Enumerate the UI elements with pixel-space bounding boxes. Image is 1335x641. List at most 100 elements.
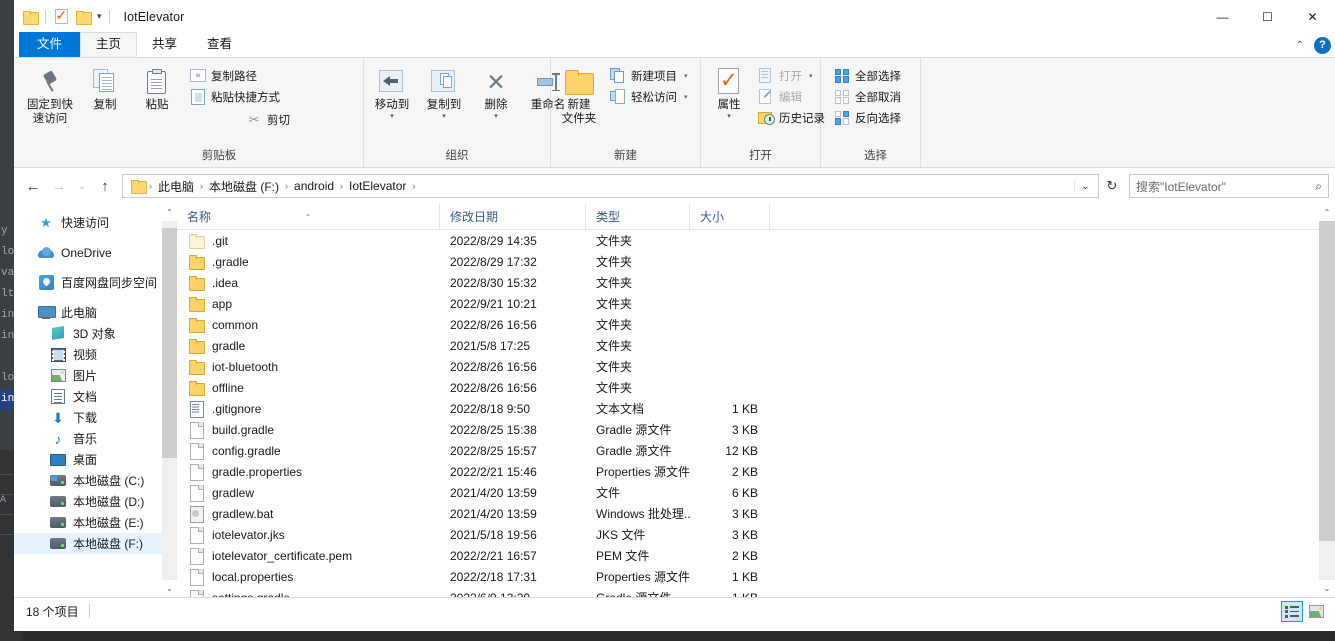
sidebar-item-3d-objects[interactable]: 3D 对象 — [14, 323, 177, 344]
column-header-size[interactable]: 大小 — [690, 204, 770, 230]
chevron-down-icon[interactable]: ▾ — [809, 72, 813, 80]
tab-share[interactable]: 共享 — [137, 32, 192, 57]
search-input[interactable]: 搜索"IotElevator" ⌕ — [1129, 174, 1329, 198]
chevron-down-icon[interactable]: ▾ — [390, 113, 394, 120]
sidebar-item-this-pc[interactable]: 此电脑 — [14, 302, 177, 323]
column-header-name[interactable]: 名称 ⌃ — [177, 204, 440, 230]
new-item-button[interactable]: 新建项目 ▾ — [607, 65, 694, 86]
table-row[interactable]: iotelevator_certificate.pem 2022/2/21 16… — [177, 545, 1335, 566]
table-row[interactable]: .gradle 2022/8/29 17:32 文件夹 — [177, 251, 1335, 272]
scroll-down-icon[interactable]: ⌄ — [162, 580, 177, 597]
select-all-button[interactable]: 全部选择 — [831, 65, 907, 86]
address-dropdown-icon[interactable]: ⌄ — [1074, 180, 1096, 192]
sidebar-item-documents[interactable]: 文档 — [14, 386, 177, 407]
copy-button[interactable]: 复制 — [79, 63, 131, 115]
delete-button[interactable]: ✕ 删除 ▾ — [470, 63, 522, 122]
breadcrumb-separator[interactable]: › — [338, 181, 345, 191]
breadcrumb-item-android[interactable]: android — [290, 178, 338, 194]
history-button[interactable]: 历史记录 — [755, 107, 831, 128]
tab-file[interactable]: 文件 — [19, 32, 81, 57]
copy-path-button[interactable]: w 复制路径 — [187, 65, 296, 86]
qat-new-folder-icon[interactable] — [72, 6, 94, 28]
paste-button[interactable]: 粘贴 — [131, 63, 183, 115]
table-row[interactable]: .idea 2022/8/30 15:32 文件夹 — [177, 272, 1335, 293]
address-input[interactable]: › 此电脑 › 本地磁盘 (F:) › android › IotElevato… — [122, 174, 1099, 198]
edit-button[interactable]: 编辑 — [755, 86, 831, 107]
up-button[interactable]: ↑ — [92, 173, 118, 199]
minimize-button[interactable]: — — [1200, 0, 1245, 33]
new-folder-button[interactable]: 新建 文件夹 — [553, 63, 605, 128]
sidebar-item-videos[interactable]: 视频 — [14, 344, 177, 365]
copy-to-button[interactable]: 复制到 ▾ — [418, 63, 470, 122]
file-list-scrollbar[interactable]: ⌃ ⌄ — [1319, 204, 1335, 597]
chevron-down-icon[interactable]: ▾ — [442, 113, 446, 120]
sidebar-item-baidu-netdisk[interactable]: 百度网盘同步空间 — [14, 272, 177, 293]
breadcrumb-item-iotelevator[interactable]: IotElevator — [345, 178, 410, 194]
chevron-down-icon[interactable]: ▾ — [727, 113, 731, 120]
table-row[interactable]: .git 2022/8/29 14:35 文件夹 — [177, 230, 1335, 251]
breadcrumb-separator[interactable]: › — [410, 181, 417, 191]
scroll-up-icon[interactable]: ⌃ — [162, 204, 177, 221]
sidebar-item-drive-d[interactable]: 本地磁盘 (D:) — [14, 491, 177, 512]
column-header-type[interactable]: 类型 — [586, 204, 690, 230]
recent-locations-button[interactable]: ⌄ — [72, 173, 92, 199]
qat-properties-icon[interactable] — [50, 6, 72, 28]
table-row[interactable]: .gitignore 2022/8/18 9:50 文本文档 1 KB — [177, 398, 1335, 419]
pin-to-quick-access-button[interactable]: 固定到快 速访问 — [21, 63, 79, 128]
table-row[interactable]: app 2022/9/21 10:21 文件夹 — [177, 293, 1335, 314]
move-to-button[interactable]: 移动到 ▾ — [366, 63, 418, 122]
thumbnail-view-button[interactable] — [1305, 601, 1327, 622]
sidebar-item-onedrive[interactable]: OneDrive — [14, 242, 177, 263]
tab-view[interactable]: 查看 — [192, 32, 247, 57]
table-row[interactable]: common 2022/8/26 16:56 文件夹 — [177, 314, 1335, 335]
scroll-down-icon[interactable]: ⌄ — [1319, 580, 1335, 597]
chevron-down-icon[interactable]: ▾ — [94, 11, 105, 22]
sidebar-item-drive-e[interactable]: 本地磁盘 (E:) — [14, 512, 177, 533]
help-icon[interactable]: ? — [1314, 37, 1331, 54]
select-none-button[interactable]: 全部取消 — [831, 86, 907, 107]
sidebar-item-desktop[interactable]: 桌面 — [14, 449, 177, 470]
table-row[interactable]: local.properties 2022/2/18 17:31 Propert… — [177, 566, 1335, 587]
maximize-button[interactable]: ☐ — [1245, 0, 1290, 33]
open-button[interactable]: 打开 ▾ — [755, 65, 831, 86]
table-row[interactable]: gradle 2021/5/8 17:25 文件夹 — [177, 335, 1335, 356]
sidebar-item-pictures[interactable]: 图片 — [14, 365, 177, 386]
scrollbar-thumb[interactable] — [162, 228, 177, 458]
table-row[interactable]: gradlew.bat 2021/4/20 13:59 Windows 批处理.… — [177, 503, 1335, 524]
sidebar-item-drive-f[interactable]: 本地磁盘 (F:) — [14, 533, 177, 554]
refresh-button[interactable]: ↻ — [1099, 178, 1125, 194]
details-view-button[interactable] — [1281, 601, 1303, 622]
sidebar-item-music[interactable]: ♪ 音乐 — [14, 428, 177, 449]
table-row[interactable]: offline 2022/8/26 16:56 文件夹 — [177, 377, 1335, 398]
table-row[interactable]: iotelevator.jks 2021/5/18 19:56 JKS 文件 3… — [177, 524, 1335, 545]
breadcrumb-separator[interactable]: › — [283, 181, 290, 191]
breadcrumb-item-this-pc[interactable]: 此电脑 — [154, 177, 198, 196]
table-row[interactable]: gradle.properties 2022/2/21 15:46 Proper… — [177, 461, 1335, 482]
table-row[interactable]: gradlew 2021/4/20 13:59 文件 6 KB — [177, 482, 1335, 503]
back-button[interactable]: ← — [20, 173, 46, 199]
scrollbar-thumb[interactable] — [1319, 221, 1335, 541]
sidebar-item-downloads[interactable]: ⬇ 下载 — [14, 407, 177, 428]
properties-button[interactable]: ✓ 属性 ▾ — [703, 63, 755, 122]
column-header-date[interactable]: 修改日期 — [440, 204, 586, 230]
tab-home[interactable]: 主页 — [80, 32, 138, 57]
chevron-down-icon[interactable]: ▾ — [684, 72, 688, 80]
qat-folder-icon[interactable] — [19, 6, 41, 28]
scroll-up-icon[interactable]: ⌃ — [1319, 204, 1335, 221]
table-row[interactable]: settings.gradle 2022/6/9 13:20 Gradle 源文… — [177, 587, 1335, 597]
breadcrumb-separator[interactable]: › — [198, 181, 205, 191]
sidebar-item-quick-access[interactable]: ★ 快速访问 — [14, 212, 177, 233]
table-row[interactable]: build.gradle 2022/8/25 15:38 Gradle 源文件 … — [177, 419, 1335, 440]
forward-button[interactable]: → — [46, 173, 72, 199]
easy-access-button[interactable]: 轻松访问 ▾ — [607, 86, 694, 107]
collapse-ribbon-icon[interactable]: ⌃ — [1296, 40, 1304, 51]
breadcrumb-item-drive-f[interactable]: 本地磁盘 (F:) — [205, 177, 283, 196]
navigation-scrollbar[interactable]: ⌃ ⌄ — [162, 204, 177, 597]
invert-selection-button[interactable]: 反向选择 — [831, 107, 907, 128]
sidebar-item-drive-c[interactable]: 本地磁盘 (C:) — [14, 470, 177, 491]
cut-button[interactable]: ✂ 剪切 — [243, 109, 296, 130]
chevron-down-icon[interactable]: ▾ — [684, 93, 688, 101]
paste-shortcut-button[interactable]: 粘贴快捷方式 — [187, 86, 296, 107]
table-row[interactable]: iot-bluetooth 2022/8/26 16:56 文件夹 — [177, 356, 1335, 377]
close-button[interactable]: ✕ — [1290, 0, 1335, 33]
